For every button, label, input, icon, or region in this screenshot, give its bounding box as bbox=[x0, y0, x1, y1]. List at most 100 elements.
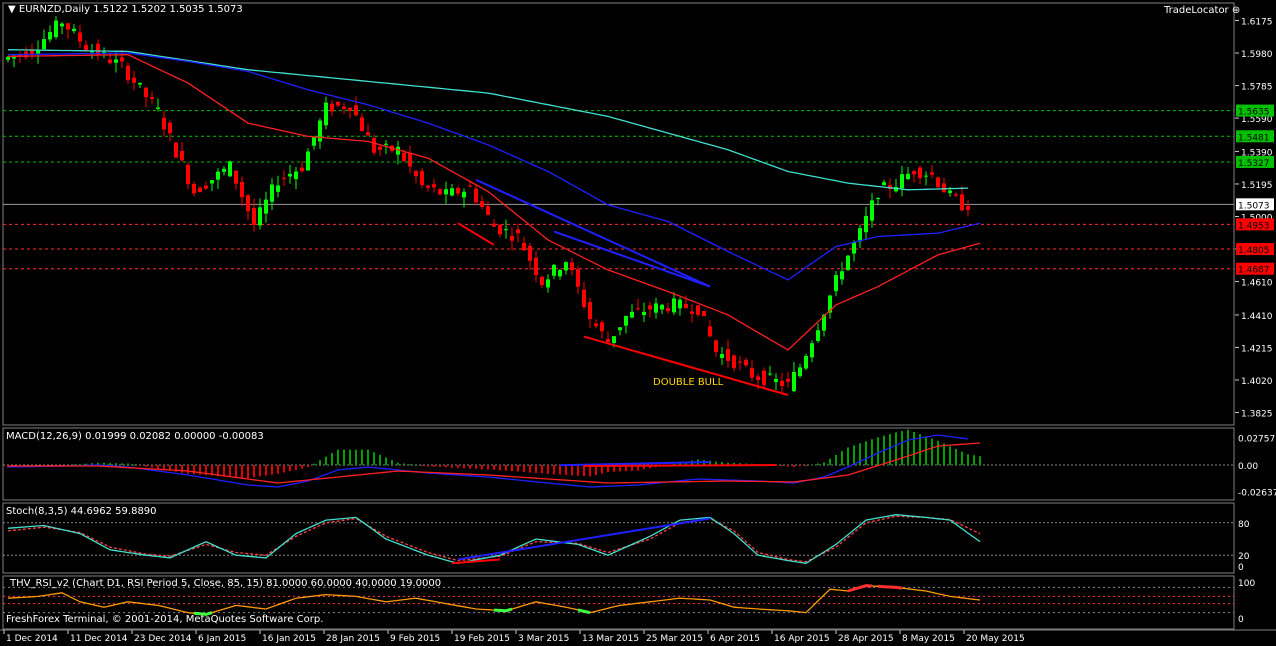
macd-hist-bar bbox=[337, 449, 339, 465]
candle-body bbox=[954, 194, 958, 196]
macd-hist-bar bbox=[841, 451, 843, 465]
candle-body bbox=[240, 181, 244, 198]
candle-body bbox=[510, 235, 514, 241]
price-tick-label-1: 1.5980 bbox=[1241, 50, 1273, 60]
candle-body bbox=[858, 228, 862, 242]
candle-body bbox=[342, 106, 346, 109]
candle-body bbox=[528, 246, 532, 261]
rsi-tick-label-0: 100 bbox=[1238, 579, 1255, 589]
candle-body bbox=[480, 201, 484, 208]
macd-hist-bar bbox=[259, 465, 261, 477]
time-tick-label-0: 1 Dec 2014 bbox=[6, 634, 58, 644]
candle-body bbox=[114, 59, 118, 63]
candle-body bbox=[300, 167, 304, 172]
macd-tick-label-0: 0.02757 bbox=[1238, 434, 1275, 444]
candle-body bbox=[312, 137, 316, 146]
macd-hist-bar bbox=[151, 465, 153, 468]
candle-body bbox=[780, 380, 784, 387]
macd-hist-bar bbox=[157, 465, 159, 469]
candle-body bbox=[276, 185, 280, 192]
macd-hist-bar bbox=[913, 432, 915, 465]
rsi-header: THV_RSI_v2 (Chart D1, RSI Period 5, Clos… bbox=[10, 578, 442, 589]
macd-hist-bar bbox=[553, 465, 555, 475]
candle-body bbox=[282, 177, 286, 179]
candle-body bbox=[738, 361, 742, 363]
candle-body bbox=[78, 32, 82, 42]
macd-hist-bar bbox=[943, 443, 945, 465]
candle-body bbox=[960, 194, 964, 211]
tradelocator-label: TradeLocator bbox=[1164, 5, 1229, 16]
candle-body bbox=[684, 303, 688, 308]
candle-body bbox=[678, 299, 682, 309]
macd-hist-bar bbox=[265, 465, 267, 476]
macd-hist-bar bbox=[889, 434, 891, 465]
macd-hist-bar bbox=[541, 465, 543, 474]
candle-body bbox=[372, 138, 376, 153]
stoch-tick-label-2: 0 bbox=[1238, 563, 1244, 573]
macd-hist-bar bbox=[973, 455, 975, 465]
candle-body bbox=[486, 206, 490, 215]
time-tick-label-8: 3 Mar 2015 bbox=[518, 634, 569, 644]
time-tick-label-10: 25 Mar 2015 bbox=[646, 634, 703, 644]
macd-hist-bar bbox=[787, 465, 789, 467]
stoch-divergence-line-blue bbox=[457, 517, 711, 561]
macd-hist-bar bbox=[187, 465, 189, 474]
macd-hist-bar bbox=[481, 465, 483, 470]
macd-hist-bar bbox=[871, 439, 873, 465]
candle-body bbox=[402, 152, 406, 161]
pane-frame-2 bbox=[2, 502, 1235, 574]
time-tick-label-1: 11 Dec 2014 bbox=[70, 634, 128, 644]
ma-fast-line bbox=[7, 54, 981, 351]
candle-body bbox=[558, 270, 562, 277]
price-tick-label-8: 1.4610 bbox=[1241, 279, 1273, 289]
macd-hist-bar bbox=[523, 465, 525, 473]
macd-hist-bar bbox=[865, 441, 867, 465]
candle-body bbox=[588, 302, 592, 320]
candle-body bbox=[672, 298, 676, 313]
candle-body bbox=[462, 191, 466, 198]
candle-body bbox=[864, 215, 868, 233]
candle-body bbox=[48, 32, 52, 40]
rsi-tick-label-1: 0 bbox=[1238, 615, 1244, 625]
macd-hist-bar bbox=[823, 462, 825, 465]
candle-body bbox=[900, 174, 904, 189]
candle-body bbox=[876, 198, 880, 200]
candle-body bbox=[306, 151, 310, 171]
macd-hist-bar bbox=[403, 463, 405, 465]
candle-body bbox=[318, 120, 322, 142]
candle-body bbox=[378, 146, 382, 150]
macd-hist-bar bbox=[901, 431, 903, 465]
macd-hist-bar bbox=[487, 465, 489, 470]
candle-body bbox=[504, 229, 508, 231]
trendline-2 bbox=[457, 222, 495, 246]
candle-body bbox=[210, 180, 214, 184]
macd-hist-bar bbox=[505, 465, 507, 471]
menu-triangle-icon[interactable]: ▼ bbox=[8, 4, 16, 15]
candle-body bbox=[120, 57, 124, 62]
macd-hist-bar bbox=[577, 465, 579, 476]
copyright-text: FreshForex Terminal, © 2001-2014, MetaQu… bbox=[6, 614, 324, 625]
macd-hist-bar bbox=[781, 465, 783, 467]
stoch-d-line bbox=[7, 515, 981, 563]
tradelocator-icon: ⊛ bbox=[1231, 5, 1241, 16]
candle-body bbox=[270, 184, 274, 202]
candle-body bbox=[666, 308, 670, 312]
candle-body bbox=[750, 368, 754, 378]
macd-hist-bar bbox=[433, 465, 435, 467]
candle-body bbox=[60, 23, 64, 27]
tradelocator-badge[interactable]: TradeLocator ⊛ bbox=[1164, 5, 1240, 17]
macd-hist-bar bbox=[529, 465, 531, 473]
macd-hist-bar bbox=[391, 460, 393, 465]
candle-body bbox=[246, 195, 250, 212]
time-tick-label-6: 9 Feb 2015 bbox=[390, 634, 440, 644]
time-tick-label-11: 6 Apr 2015 bbox=[710, 634, 760, 644]
macd-header: MACD(12,26,9) 0.01999 0.02082 0.00000 -0… bbox=[6, 431, 264, 442]
candle-body bbox=[72, 28, 76, 32]
candle-body bbox=[660, 304, 664, 310]
candle-body bbox=[966, 205, 970, 210]
macd-hist-bar bbox=[109, 463, 111, 465]
macd-hist-bar bbox=[223, 465, 225, 477]
chart-canvas[interactable]: 1.61751.59801.57851.55901.53901.51951.50… bbox=[0, 0, 1276, 646]
macd-hist-bar bbox=[349, 449, 351, 465]
macd-hist-bar bbox=[181, 465, 183, 473]
